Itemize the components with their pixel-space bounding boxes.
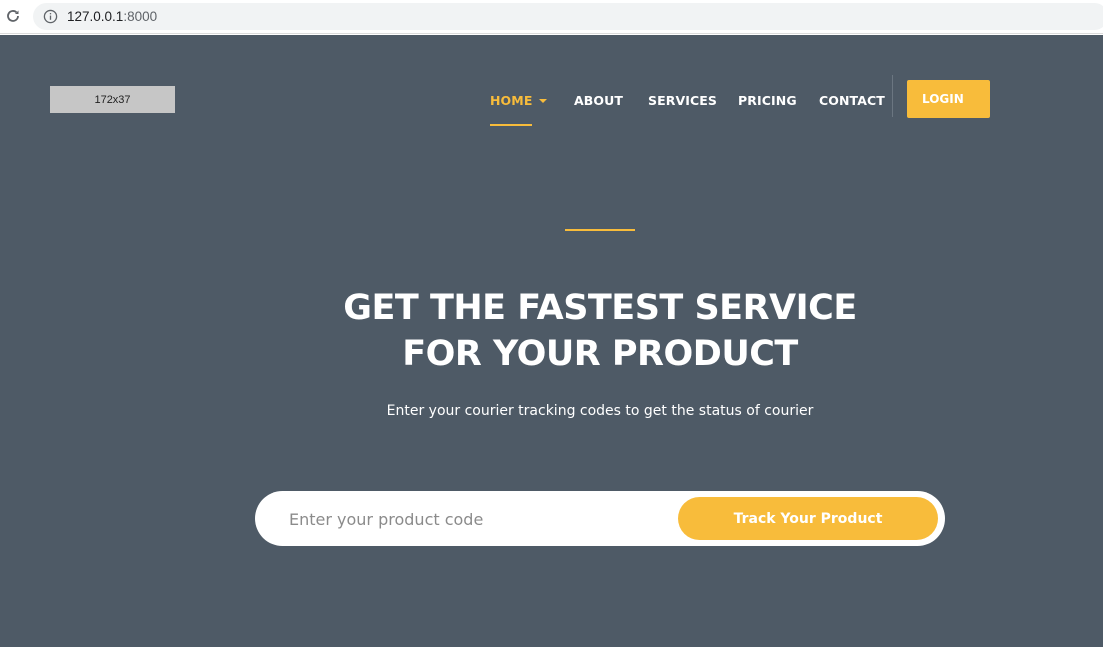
info-icon[interactable] [43,9,58,24]
address-bar[interactable]: 127.0.0.1:8000 [33,3,1103,30]
track-form: Track Your Product [255,491,945,546]
nav-contact[interactable]: CONTACT [819,93,885,113]
hero-accent-line [565,229,635,231]
nav-about[interactable]: ABOUT [574,93,623,113]
nav-active-underline [490,124,532,126]
reload-icon[interactable] [4,7,22,25]
landing-page: 172x37 HOME ABOUT SERVICES PRICING CONTA… [0,35,1103,647]
nav-home[interactable]: HOME [490,93,548,113]
nav-pricing[interactable]: PRICING [738,93,797,113]
chevron-down-icon [539,98,548,103]
login-button[interactable]: LOGIN [907,80,990,118]
logo-placeholder[interactable]: 172x37 [50,86,175,113]
browser-toolbar: 127.0.0.1:8000 [0,0,1103,34]
hero-title-line2: FOR YOUR PRODUCT [402,334,798,374]
track-product-button[interactable]: Track Your Product [678,497,938,540]
url-port: :8000 [123,9,158,24]
nav-home-label: HOME [490,93,533,108]
nav-divider [892,75,893,117]
url-host: 127.0.0.1 [67,9,124,24]
hero-title-line1: GET THE FASTEST SERVICE [343,288,857,328]
hero-subtitle: Enter your courier tracking codes to get… [386,403,814,419]
hero-title-block: GET THE FASTEST SERVICE FOR YOUR PRODUCT [0,285,1103,377]
product-code-input[interactable] [289,505,669,533]
nav-services[interactable]: SERVICES [648,93,717,113]
url-text[interactable]: 127.0.0.1:8000 [67,9,157,24]
